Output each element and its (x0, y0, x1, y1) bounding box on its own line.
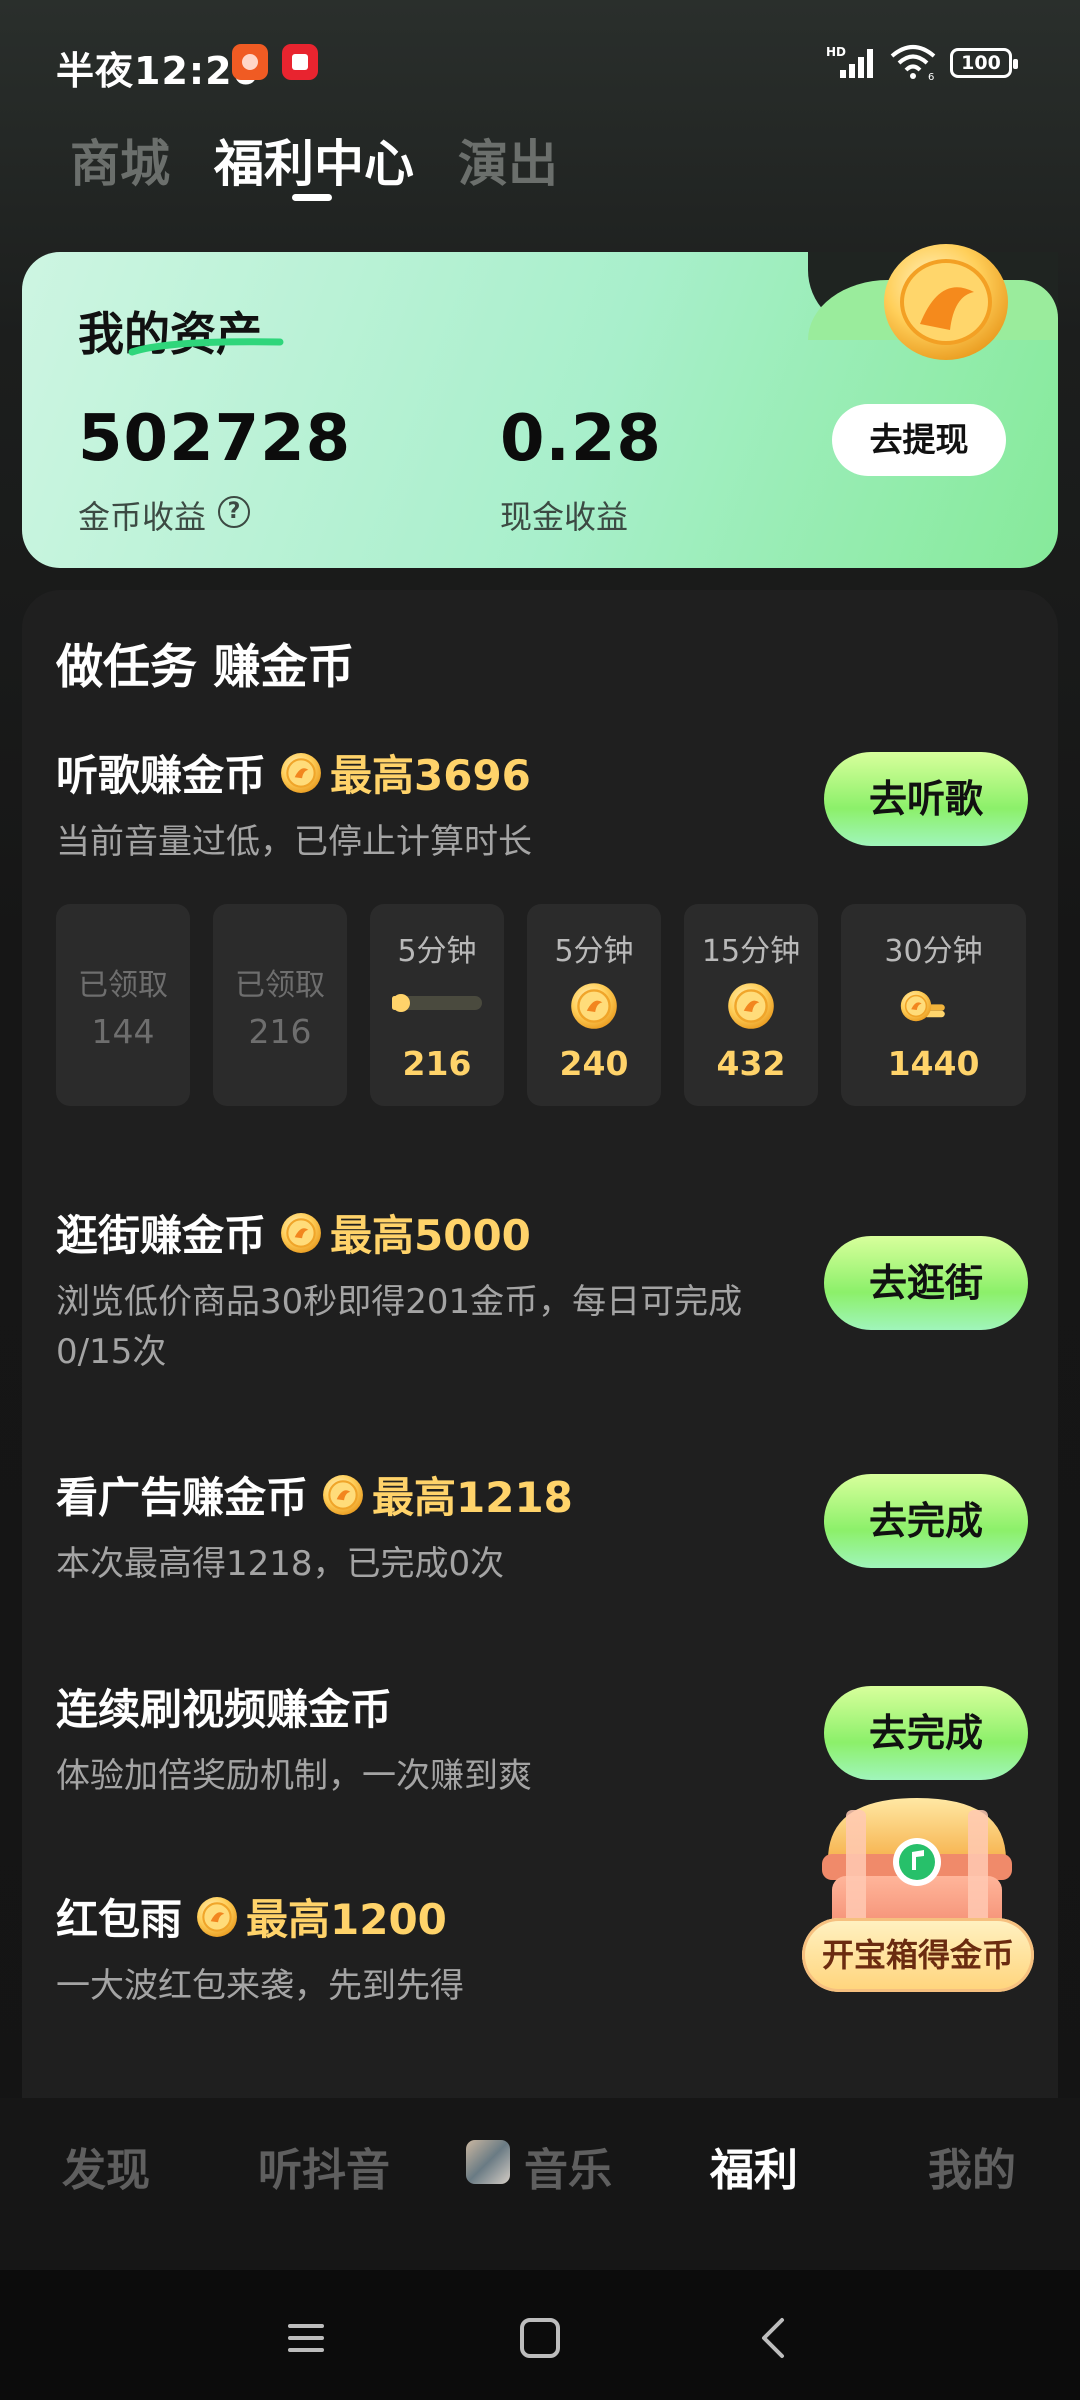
task-video-title: 连续刷视频赚金币 (56, 1685, 393, 1734)
tab-welfare-center[interactable]: 福利中心 (214, 124, 414, 196)
coin-icon (280, 752, 322, 794)
milestone-label: 5分钟 (397, 934, 477, 969)
milestone-claimed-2: 已领取 216 (213, 904, 347, 1106)
music-thumbnail[interactable] (466, 2140, 510, 2184)
listen-milestones: 已领取 144 已领取 216 5分钟 216 5分钟 240 15分钟 432… (56, 904, 1026, 1106)
svg-text:6: 6 (928, 72, 934, 80)
milestone-value: 432 (716, 1044, 786, 1083)
coin-icon (280, 1212, 322, 1254)
coin-balance-label: 金币收益 (78, 498, 207, 536)
title-underline-decoration (128, 338, 284, 356)
nav-me[interactable]: 我的 (928, 2134, 1016, 2198)
nav-welfare[interactable]: 福利 (710, 2134, 798, 2198)
task-shop-title: 逛街赚金币 (56, 1211, 267, 1260)
open-chest-button[interactable]: 开宝箱得金币 (802, 1918, 1034, 1992)
task-ads-max: 最高1218 (372, 1473, 573, 1522)
app-notification-icon (232, 44, 268, 80)
clock: 半夜12:20 (56, 49, 260, 93)
task-redpack-max: 最高1200 (246, 1895, 447, 1944)
shop-button[interactable]: 去逛街 (824, 1236, 1028, 1330)
task-listen-max: 最高3696 (330, 751, 531, 800)
nav-discover[interactable]: 发现 (62, 2134, 150, 2198)
milestone-value: 216 (248, 1012, 312, 1051)
svg-text:HD: HD (826, 45, 846, 59)
coin-icon (570, 982, 618, 1030)
milestone-5min-a[interactable]: 5分钟 216 (370, 904, 504, 1106)
milestone-label: 30分钟 (884, 934, 983, 969)
coin-icon (322, 1474, 364, 1516)
milestone-progress-bar (392, 994, 482, 1012)
gold-coin-icon (884, 244, 1008, 360)
help-icon[interactable]: ? (218, 496, 250, 528)
task-shop-max: 最高5000 (330, 1211, 531, 1260)
coin-stack-icon (900, 990, 945, 1022)
coin-icon (196, 1896, 238, 1938)
active-tab-indicator (292, 194, 332, 201)
coin-balance: 502728 (78, 402, 352, 476)
task-listen-title: 听歌赚金币 (56, 751, 267, 800)
home-icon[interactable] (518, 2316, 562, 2360)
video-button[interactable]: 去完成 (824, 1686, 1028, 1780)
withdraw-button[interactable]: 去提现 (832, 404, 1006, 476)
task-ads-title: 看广告赚金币 (56, 1473, 309, 1522)
milestone-label: 已领取 (78, 968, 168, 1003)
cash-balance: 0.28 (500, 402, 662, 476)
system-navigation-bar (0, 2270, 1080, 2400)
milestone-value: 1440 (887, 1044, 980, 1083)
milestone-value: 240 (559, 1044, 629, 1083)
milestone-5min-b[interactable]: 5分钟 240 (527, 904, 661, 1106)
milestone-15min[interactable]: 15分钟 432 (684, 904, 818, 1106)
tasks-title: 做任务 赚金币 (56, 640, 355, 695)
ads-button[interactable]: 去完成 (824, 1474, 1028, 1568)
coin-icon (727, 982, 775, 1030)
tab-shows[interactable]: 演出 (458, 124, 558, 196)
bottom-nav: 发现 听抖音 音乐 福利 我的 (0, 2098, 1080, 2270)
nav-music[interactable]: 音乐 (524, 2134, 612, 2198)
cash-balance-label: 现金收益 (500, 498, 629, 536)
task-redpack-title: 红包雨 (56, 1895, 183, 1944)
milestone-claimed-1: 已领取 144 (56, 904, 190, 1106)
tab-mall[interactable]: 商城 (70, 124, 170, 196)
milestone-label: 15分钟 (701, 934, 801, 969)
listen-button[interactable]: 去听歌 (824, 752, 1028, 846)
status-bar: 半夜12:20 HD 6 100 (0, 0, 1080, 120)
wifi-icon: 6 (890, 45, 936, 80)
milestone-30min[interactable]: 30分钟 1440 (841, 904, 1026, 1106)
nav-listen-douyin[interactable]: 听抖音 (258, 2134, 390, 2198)
milestone-value: 144 (91, 1012, 155, 1051)
task-shop-desc: 浏览低价商品30秒即得201金币，每日可完成0/15次 (56, 1282, 743, 1372)
milestone-label: 已领取 (235, 968, 325, 1003)
battery-icon: 100 (950, 48, 1018, 78)
progress-dot (392, 994, 410, 1012)
video-app-icon (282, 44, 318, 80)
milestone-value: 216 (402, 1044, 472, 1083)
task-shop: 逛街赚金币 最高5000 浏览低价商品30秒即得201金币，每日可完成0/15次 (56, 1202, 816, 1377)
menu-icon[interactable] (284, 2316, 328, 2360)
hd-signal-icon: HD (826, 45, 873, 78)
back-icon[interactable] (752, 2316, 796, 2360)
milestone-label: 5分钟 (554, 934, 634, 969)
